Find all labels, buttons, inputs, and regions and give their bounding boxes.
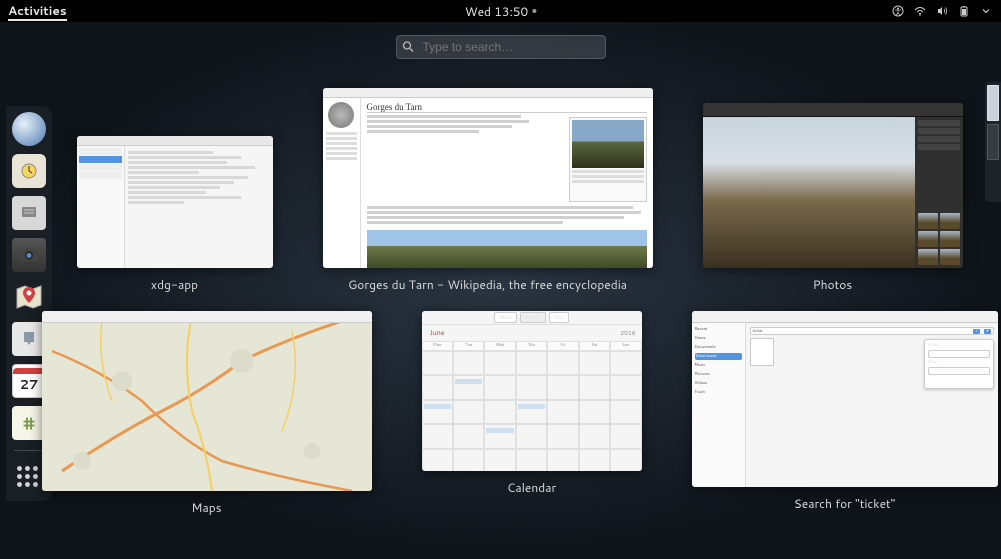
- search-icon: [402, 35, 414, 58]
- window-wikipedia[interactable]: Gorges du Tarn Gorges du: [323, 88, 653, 293]
- window-thumb[interactable]: WeekMonthYear June 2016 MonTueWedThuFriS…: [422, 311, 642, 471]
- crop-icon: [918, 120, 960, 126]
- activities-button[interactable]: Activities: [8, 2, 67, 21]
- notification-dot-icon: [532, 9, 536, 13]
- window-files-search[interactable]: Recent Home Documents Downloads Music Pi…: [692, 311, 998, 516]
- wifi-icon[interactable]: [913, 4, 927, 18]
- filter-thumb: [940, 249, 960, 265]
- panorama-image: [367, 230, 647, 268]
- enhance-icon: [918, 136, 960, 142]
- window-label: Maps: [191, 499, 221, 516]
- system-tray[interactable]: [891, 4, 993, 18]
- window-label: Gorges du Tarn - Wikipedia, the free enc…: [348, 276, 627, 293]
- window-thumb[interactable]: Recent Home Documents Downloads Music Pi…: [692, 311, 998, 487]
- calendar-month-label: June: [426, 326, 449, 340]
- search-query: ticket: [753, 329, 763, 334]
- calendar-year-label: 2016: [618, 326, 637, 340]
- top-bar: Activities Wed 13:50: [0, 0, 1001, 22]
- window-label: Calendar: [507, 479, 556, 496]
- window-label: xdg-app: [151, 276, 198, 293]
- search-filter-popup: When What: [924, 339, 994, 389]
- datetime-label: Wed 13:50: [465, 3, 528, 20]
- dash-separator: [14, 450, 44, 451]
- search-input[interactable]: [396, 35, 606, 59]
- wikipedia-logo-icon: [328, 102, 354, 128]
- filter-thumb: [918, 213, 938, 229]
- overview-search[interactable]: [396, 34, 606, 59]
- dash-app-maps[interactable]: [12, 280, 46, 314]
- window-maps[interactable]: Maps: [42, 311, 372, 516]
- window-overview: xdg-app Gorges du Tarn: [68, 88, 971, 539]
- app-grid-icon: [17, 466, 41, 490]
- filter-thumb: [940, 231, 960, 247]
- filters-icon: [918, 144, 960, 150]
- dash-app-web[interactable]: [12, 112, 46, 146]
- window-thumb[interactable]: Gorges du Tarn: [323, 88, 653, 268]
- window-thumb[interactable]: [42, 311, 372, 491]
- colors-icon: [918, 128, 960, 134]
- workspace-switcher[interactable]: [985, 82, 1001, 202]
- article-title: Gorges du Tarn: [367, 102, 647, 113]
- window-thumb[interactable]: [77, 136, 273, 268]
- chevron-down-icon[interactable]: [979, 4, 993, 18]
- filter-thumb: [918, 231, 938, 247]
- window-photos[interactable]: Photos: [703, 103, 963, 293]
- photo-canyon-image: [703, 117, 915, 268]
- filter-thumb: [940, 213, 960, 229]
- dash-app-files[interactable]: [12, 196, 46, 230]
- file-icon: [750, 338, 774, 366]
- clock[interactable]: Wed 13:50: [465, 3, 536, 20]
- dash-app-clocks[interactable]: [12, 154, 46, 188]
- volume-icon[interactable]: [935, 4, 949, 18]
- filter-thumb: [918, 249, 938, 265]
- window-label: Search for "ticket": [794, 495, 895, 512]
- workspace-thumb[interactable]: [987, 85, 999, 121]
- window-xdg-app[interactable]: xdg-app: [77, 136, 273, 293]
- workspace-thumb[interactable]: [987, 124, 999, 160]
- calendar-day-label: 27: [20, 376, 39, 394]
- dash-app-photos[interactable]: [12, 238, 46, 272]
- window-calendar[interactable]: WeekMonthYear June 2016 MonTueWedThuFriS…: [422, 311, 642, 516]
- accessibility-icon[interactable]: [891, 4, 905, 18]
- window-label: Photos: [813, 276, 853, 293]
- map-canvas: [42, 311, 372, 491]
- battery-icon[interactable]: [957, 4, 971, 18]
- window-thumb[interactable]: [703, 103, 963, 268]
